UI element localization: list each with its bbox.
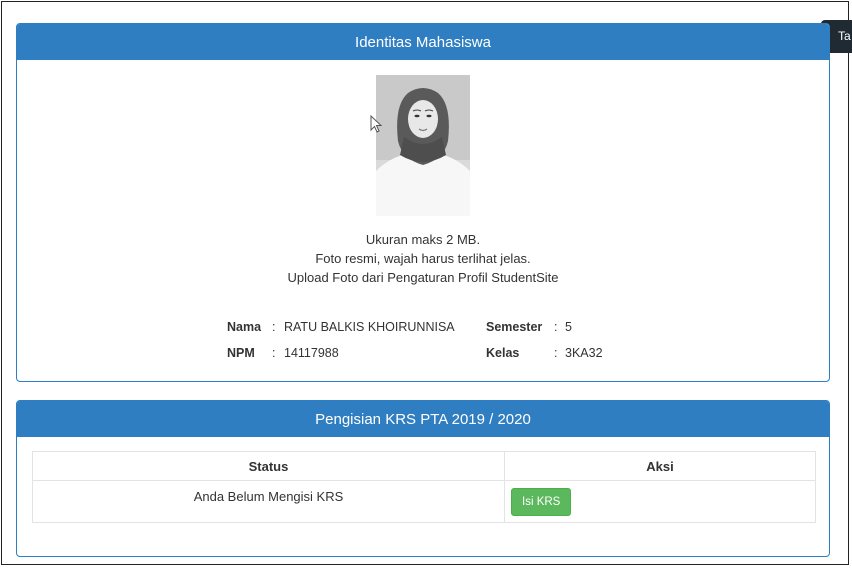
identity-panel: Identitas Mahasiswa Ukuran maks 2 MB. Fo…: [16, 23, 830, 382]
krs-panel: Pengisian KRS PTA 2019 / 2020 Status Aks…: [16, 400, 830, 557]
mouse-pointer-icon: [370, 115, 382, 133]
krs-table: Status Aksi Anda Belum Mengisi KRS Isi K…: [32, 451, 816, 523]
npm-colon: :: [272, 346, 276, 360]
nama-value: RATU BALKIS KHOIRUNNISA: [284, 320, 455, 334]
npm-value: 14117988: [284, 346, 339, 360]
kelas-colon: :: [554, 346, 558, 360]
npm-label: NPM: [227, 346, 255, 360]
krs-table-header-row: Status Aksi: [32, 451, 816, 481]
photo-note-upload: Upload Foto dari Pengaturan Profil Stude…: [287, 270, 559, 285]
table-row: Anda Belum Mengisi KRS Isi KRS: [32, 480, 816, 523]
semester-value: 5: [565, 320, 572, 334]
identity-panel-header: Identitas Mahasiswa: [17, 24, 829, 60]
nama-colon: :: [272, 320, 276, 334]
aksi-column-header: Aksi: [504, 451, 816, 481]
status-column-header: Status: [32, 451, 505, 481]
kelas-value: 3KA32: [565, 346, 603, 360]
krs-panel-title: Pengisian KRS PTA 2019 / 2020: [315, 410, 531, 428]
student-photo: [376, 75, 470, 216]
nama-label: Nama: [227, 320, 262, 334]
semester-label: Semester: [486, 320, 543, 334]
krs-action-cell: Isi KRS: [504, 480, 816, 523]
photo-note-size: Ukuran maks 2 MB.: [365, 232, 481, 247]
photo-note-official: Foto resmi, wajah harus terlihat jelas.: [315, 251, 531, 266]
identity-panel-title: Identitas Mahasiswa: [355, 33, 491, 51]
tooltip-text: Ta: [838, 29, 851, 43]
semester-colon: :: [554, 320, 558, 334]
krs-panel-header: Pengisian KRS PTA 2019 / 2020: [17, 401, 829, 437]
kelas-label: Kelas: [486, 346, 520, 360]
krs-status-cell: Anda Belum Mengisi KRS: [32, 480, 505, 523]
isi-krs-button[interactable]: Isi KRS: [511, 488, 572, 516]
